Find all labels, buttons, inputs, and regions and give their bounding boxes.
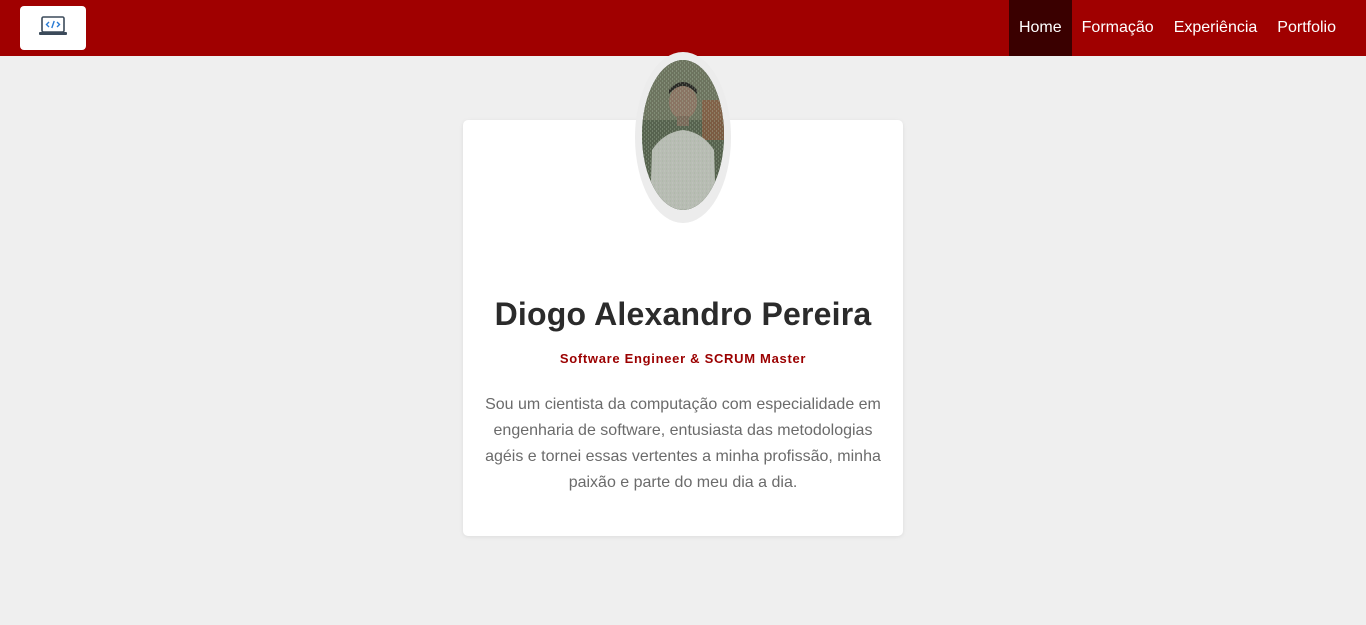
laptop-code-icon xyxy=(38,15,68,42)
profile-bio: Sou um cientista da computação com espec… xyxy=(485,396,881,491)
logo-link[interactable] xyxy=(20,6,86,50)
profile-name: Diogo Alexandro Pereira xyxy=(494,296,872,332)
avatar xyxy=(642,60,724,210)
main-nav: Home Formação Experiência Portfolio xyxy=(1008,0,1346,56)
navbar: Home Formação Experiência Portfolio xyxy=(0,0,1366,56)
nav-formacao[interactable]: Formação xyxy=(1072,0,1164,56)
profile-role: Software Engineer & SCRUM Master xyxy=(559,351,807,366)
nav-portfolio[interactable]: Portfolio xyxy=(1267,0,1346,56)
nav-experiencia[interactable]: Experiência xyxy=(1164,0,1268,56)
nav-home[interactable]: Home xyxy=(1008,0,1072,56)
